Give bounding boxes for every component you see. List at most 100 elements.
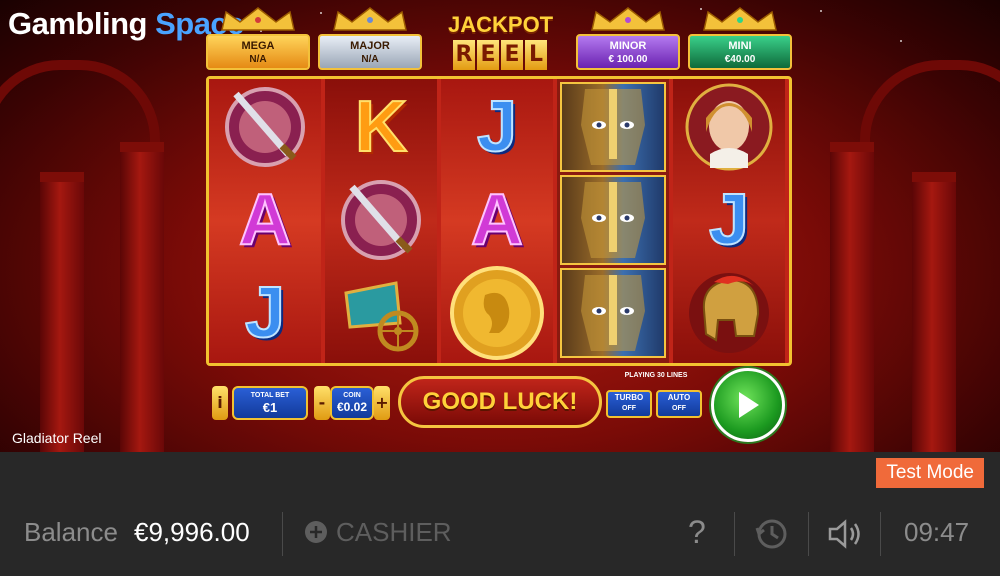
background-pillar: [830, 142, 874, 452]
coin-decrease-button[interactable]: -: [314, 386, 330, 420]
reel-4: [557, 79, 669, 363]
symbol-gladiator: [560, 268, 666, 358]
jackpot-minor: MINOR € 100.00: [576, 34, 680, 70]
bottom-bar: Test Mode Balance €9,996.00 CASHIER ? 09…: [0, 452, 1000, 576]
turbo-label: TURBO: [614, 393, 644, 402]
letter-j: J: [244, 273, 286, 353]
speaker-icon: [828, 519, 860, 549]
playing-lines-label: PLAYING 30 LINES: [624, 372, 688, 379]
jackpot-value: N/A: [249, 54, 267, 65]
turbo-toggle[interactable]: TURBO OFF: [606, 390, 652, 418]
jackpot-name: MINI: [728, 40, 752, 52]
jackpot-name: MEGA: [241, 40, 275, 52]
letter-a: A: [470, 180, 524, 260]
letter-j: J: [708, 180, 750, 260]
balance-label: Balance: [24, 517, 118, 547]
title-letter: E: [501, 40, 523, 70]
crown-icon: [221, 7, 295, 31]
logo-text-white: Gambling: [8, 6, 156, 41]
coin-increase-button[interactable]: +: [374, 386, 390, 420]
info-button[interactable]: i: [212, 386, 228, 420]
letter-k: K: [354, 87, 408, 167]
good-luck-message: GOOD LUCK!: [398, 376, 602, 428]
history-button[interactable]: [754, 516, 790, 563]
helmet-icon: [689, 273, 769, 353]
separator: [282, 512, 283, 556]
test-mode-badge: Test Mode: [876, 458, 984, 488]
symbol-chariot: [328, 268, 434, 358]
symbol-letter-j: J: [676, 175, 782, 265]
sword-shield-icon: [225, 87, 305, 167]
symbol-letter-j: J: [444, 82, 550, 172]
jackpot-major: MAJOR N/A: [318, 34, 422, 70]
separator: [880, 512, 881, 556]
symbol-letter-k: K: [328, 82, 434, 172]
title-letter: R: [453, 40, 475, 70]
jackpot-value: N/A: [361, 54, 379, 65]
jackpot-name: MAJOR: [350, 40, 390, 52]
reel-1: A J: [209, 79, 321, 363]
reel-2: K: [325, 79, 437, 363]
coin-display: COIN €0.02: [330, 386, 374, 420]
reel-5: J: [673, 79, 785, 363]
background-pillar: [40, 172, 84, 452]
jackpot-mini: MINI €40.00: [688, 34, 792, 70]
background-pillar: [912, 172, 956, 452]
spin-button[interactable]: [711, 368, 785, 442]
symbol-empress: [676, 82, 782, 172]
history-icon: [755, 519, 787, 549]
title-letter: L: [525, 40, 547, 70]
symbol-letter-a: A: [212, 175, 318, 265]
symbol-sword-shield: [212, 82, 318, 172]
jackpot-value: €40.00: [724, 54, 756, 65]
symbol-gladiator: [560, 82, 666, 172]
reel-3: J A: [441, 79, 553, 363]
coin-value: €0.02: [336, 400, 368, 414]
reel-grid: A J K J A J: [206, 76, 792, 366]
background-pillar: [120, 142, 164, 452]
gladiator-icon: [581, 275, 645, 351]
chariot-icon: [344, 281, 419, 352]
letter-j: J: [476, 87, 518, 167]
empress-portrait-icon: [685, 83, 773, 171]
symbol-gladiator: [560, 175, 666, 265]
cashier-button[interactable]: CASHIER: [304, 512, 452, 552]
title-line-2: R E E L: [448, 40, 552, 70]
play-icon: [739, 392, 759, 418]
jackpot-value: € 100.00: [608, 54, 648, 65]
crown-icon: [703, 7, 777, 31]
separator: [734, 512, 735, 556]
crown-icon: [591, 7, 665, 31]
gladiator-icon: [581, 89, 645, 165]
plus-circle-icon: [305, 521, 327, 543]
balance-value: €9,996.00: [134, 517, 250, 547]
total-bet-value: €1: [262, 400, 278, 415]
game-name-label: Gladiator Reel: [12, 430, 102, 446]
auto-state: OFF: [672, 405, 686, 412]
game-area: Gambling Space MEGA N/A MAJOR N/A MINOR …: [0, 0, 1000, 452]
crown-icon: [333, 7, 407, 31]
cashier-label: CASHIER: [336, 517, 452, 547]
symbol-helmet: [676, 268, 782, 358]
symbol-letter-j: J: [212, 268, 318, 358]
coin-label: COIN: [343, 392, 361, 399]
auto-label: AUTO: [667, 393, 691, 402]
gladiator-icon: [581, 182, 645, 258]
sound-button[interactable]: [826, 516, 864, 563]
gold-coin-icon: [450, 266, 544, 360]
symbol-letter-a: A: [444, 175, 550, 265]
title-letter: E: [477, 40, 499, 70]
turbo-state: OFF: [622, 405, 636, 412]
auto-toggle[interactable]: AUTO OFF: [656, 390, 702, 418]
total-bet-display: TOTAL BET €1: [232, 386, 308, 420]
jackpot-reel-title: JACKPOT R E E L: [448, 12, 554, 80]
sword-shield-icon: [341, 180, 421, 260]
symbol-gold-coin: [444, 266, 550, 360]
help-button[interactable]: ?: [688, 512, 706, 552]
title-line-1: JACKPOT: [448, 12, 554, 37]
clock-time: 09:47: [904, 517, 970, 547]
total-bet-label: TOTAL BET: [250, 392, 290, 399]
jackpot-name: MINOR: [609, 40, 647, 52]
separator: [808, 512, 809, 556]
jackpot-mega: MEGA N/A: [206, 34, 310, 70]
